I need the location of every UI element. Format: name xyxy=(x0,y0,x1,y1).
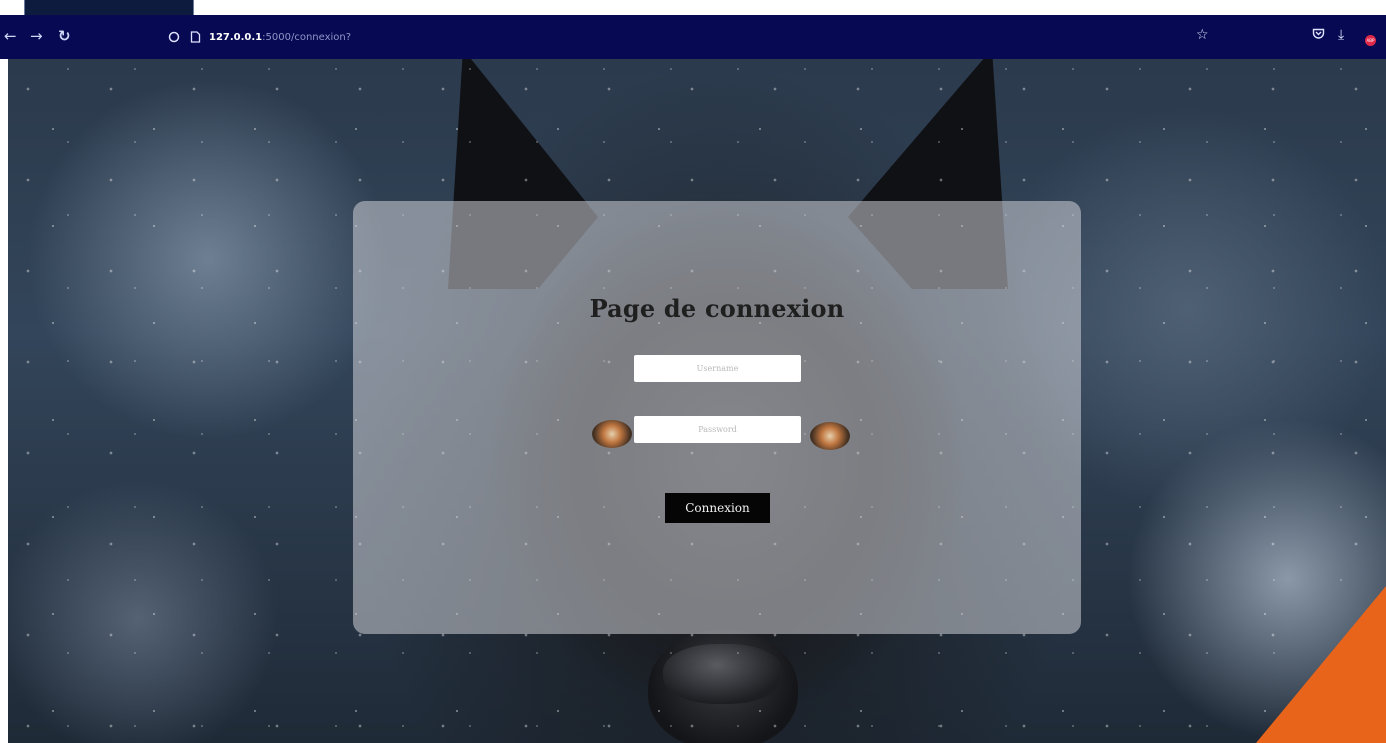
shield-icon xyxy=(168,31,180,43)
tab-strip xyxy=(0,0,1386,24)
pocket-icon[interactable] xyxy=(1312,27,1325,44)
username-input[interactable] xyxy=(634,355,801,382)
dog-eye-left xyxy=(592,420,632,448)
url-host: 127.0.0.1 xyxy=(209,31,263,43)
connexion-button[interactable]: Connexion xyxy=(665,493,770,523)
page-icon xyxy=(190,31,201,43)
download-icon[interactable]: ⤓ xyxy=(1338,27,1344,43)
reload-icon[interactable]: ↻ xyxy=(58,27,71,45)
arrow-right-icon[interactable]: → xyxy=(30,27,43,45)
dog-eye-right xyxy=(810,422,850,450)
browser-toolbar: ← → ↻ 127.0.0.1:5000/connexion? ☆ ⤓ xyxy=(0,15,1386,59)
url-path: :5000/connexion? xyxy=(262,31,352,43)
page-title: Page de connexion xyxy=(589,294,845,323)
star-icon[interactable]: ☆ xyxy=(1196,27,1209,43)
url-bar[interactable]: 127.0.0.1:5000/connexion? xyxy=(168,25,351,49)
adblock-icon[interactable]: ABP xyxy=(1365,35,1376,46)
password-input[interactable] xyxy=(634,416,801,443)
url-text: 127.0.0.1:5000/connexion? xyxy=(209,32,351,43)
arrow-left-icon[interactable]: ← xyxy=(4,27,17,45)
